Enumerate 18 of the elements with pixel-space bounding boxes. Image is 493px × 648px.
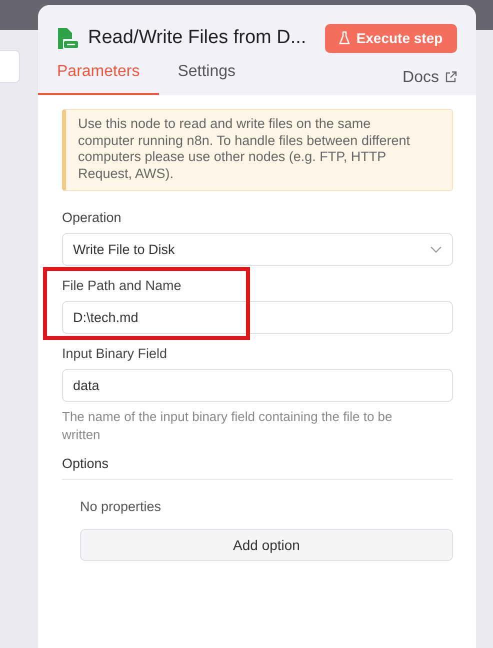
field-label: File Path and Name — [62, 278, 182, 294]
flask-icon — [339, 31, 350, 45]
chevron-down-icon — [430, 246, 442, 253]
field-hint: The name of the input binary field containing the file to be written — [62, 408, 394, 444]
empty-options-text: No properties — [80, 499, 162, 514]
options-label: Options — [62, 456, 453, 480]
add-option-button[interactable]: Add option — [80, 529, 453, 561]
input-field[interactable]: D:\tech.md — [62, 301, 453, 334]
external-link-icon — [445, 71, 457, 83]
file-icon — [57, 28, 78, 48]
tab[interactable]: Settings — [158, 63, 255, 95]
field-label: Input Binary Field — [62, 346, 168, 362]
field-label: Operation — [62, 210, 122, 226]
select-field[interactable]: Write File to Disk — [62, 233, 453, 266]
input-field[interactable]: data — [62, 369, 453, 402]
info-notice: Use this node to read and write files on the same computer running n8n. To handle files between different computers please use other nodes (e.g. FTP, HTTP Request, AWS). — [62, 109, 453, 191]
node-title: Read/Write Files from D... — [88, 27, 308, 49]
docs-link[interactable]: Docs — [384, 69, 476, 95]
